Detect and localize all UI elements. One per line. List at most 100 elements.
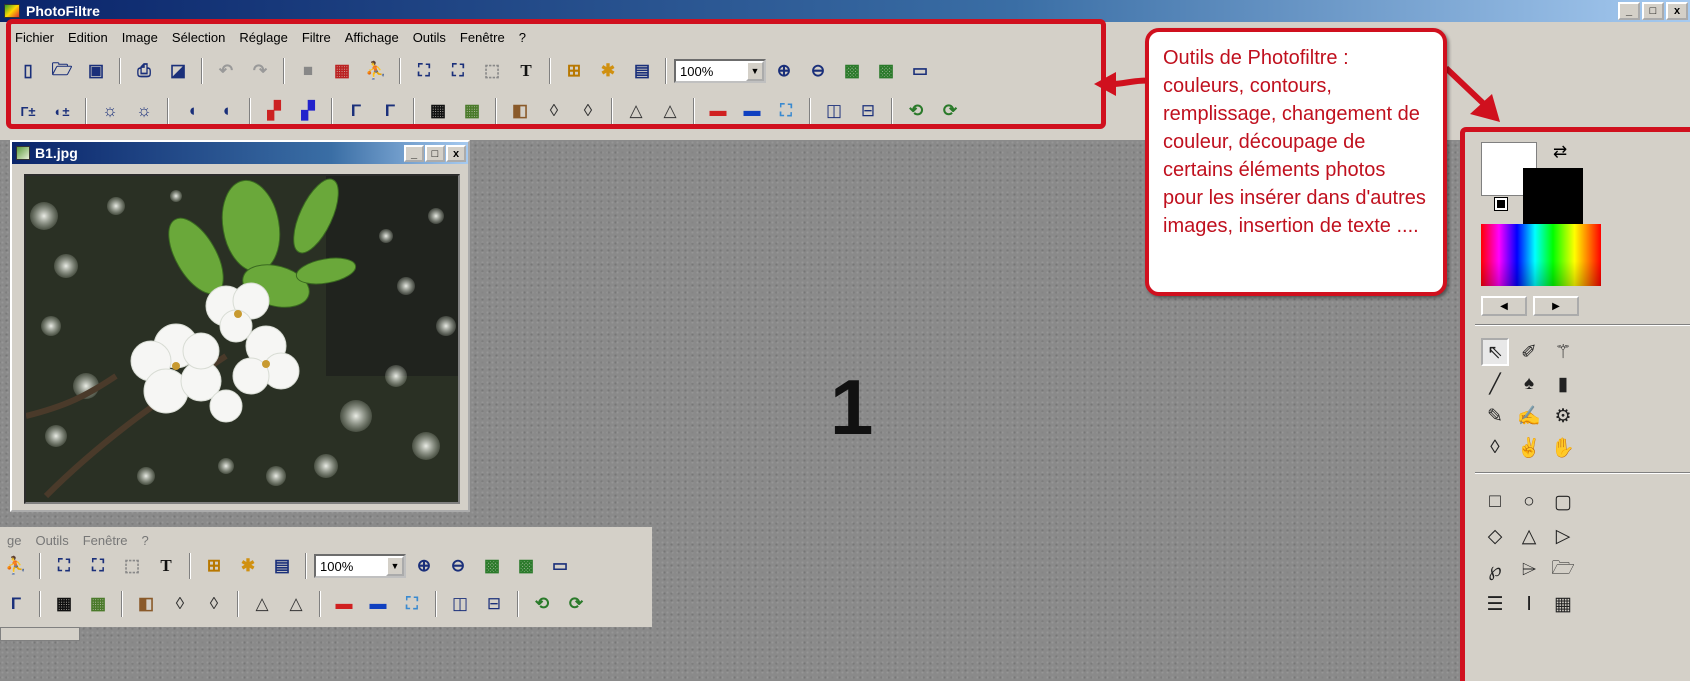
selection-icon[interactable]: ⬚ — [116, 551, 148, 581]
gamma-minus-icon[interactable]: Γ — [340, 96, 372, 126]
filter-b-icon[interactable]: ⛶ — [442, 56, 474, 86]
fill-bucket-icon[interactable]: ♠ — [1515, 370, 1543, 398]
menu-edition[interactable]: Edition — [61, 30, 115, 45]
rotate-alt-icon[interactable]: ⟳ — [560, 589, 592, 619]
actual-size-icon[interactable]: ▩ — [870, 56, 902, 86]
gray-square-icon[interactable]: ■ — [292, 56, 324, 86]
ghost-menu-reglage[interactable]: ge — [0, 533, 28, 548]
scan-icon[interactable]: ◪ — [162, 56, 194, 86]
blur-more-icon[interactable]: ◊ — [572, 96, 604, 126]
maximize-button[interactable]: □ — [1642, 2, 1664, 20]
zoom-out-icon[interactable]: ⊖ — [802, 56, 834, 86]
redo-icon[interactable]: ↷ — [244, 56, 276, 86]
filter-b-icon[interactable]: ⛶ — [82, 551, 114, 581]
selection-icon[interactable]: ⬚ — [476, 56, 508, 86]
fit-image-icon[interactable]: ▩ — [476, 551, 508, 581]
gamma-plus-icon[interactable]: Γ — [0, 589, 32, 619]
chevron-down-icon[interactable]: ▼ — [746, 61, 764, 81]
zoom-in-icon[interactable]: ⊕ — [408, 551, 440, 581]
polygon-icon[interactable]: ⌲ — [1515, 556, 1543, 584]
palette-prev-button[interactable]: ◀ — [1481, 296, 1527, 316]
lasso-icon[interactable]: ℘ — [1481, 556, 1509, 584]
auto-contrast-icon[interactable]: ◐± — [46, 96, 78, 126]
document-titlebar[interactable]: B1.jpg _ □ x — [12, 142, 468, 164]
menu-outils[interactable]: Outils — [406, 30, 453, 45]
minimize-button[interactable]: _ — [1618, 2, 1640, 20]
brightness-plus-icon[interactable]: ☼ — [128, 96, 160, 126]
menu-fenetre[interactable]: Fenêtre — [453, 30, 512, 45]
gradient-v-icon[interactable]: ▬ — [362, 589, 394, 619]
drop-icon[interactable]: ◊ — [1481, 434, 1509, 462]
gamma-plus-icon[interactable]: Γ — [374, 96, 406, 126]
save-icon[interactable]: ▣ — [80, 56, 112, 86]
filter-a-icon[interactable]: ⛶ — [48, 551, 80, 581]
sharpen-icon[interactable]: △ — [620, 96, 652, 126]
saturation-plus-icon[interactable]: ▞ — [292, 96, 324, 126]
auto-levels-icon[interactable]: Γ± — [12, 96, 44, 126]
photo-canvas[interactable] — [24, 174, 460, 504]
ellipse-icon[interactable]: ○ — [1515, 488, 1543, 516]
smudge-icon[interactable]: ✌ — [1515, 434, 1543, 462]
menu-fichier[interactable]: Fichier — [8, 30, 61, 45]
document-window[interactable]: B1.jpg _ □ x — [10, 140, 470, 512]
close-button[interactable]: x — [1666, 2, 1688, 20]
undo-icon[interactable]: ↶ — [210, 56, 242, 86]
background-color-swatch[interactable] — [1523, 168, 1583, 224]
new-file-icon[interactable]: ▯ — [12, 56, 44, 86]
reset-colors-icon[interactable] — [1494, 197, 1508, 211]
menu-affichage[interactable]: Affichage — [338, 30, 406, 45]
eyedropper-icon[interactable]: ✐ — [1515, 338, 1543, 366]
tree-icon[interactable]: ⊞ — [198, 551, 230, 581]
star-icon[interactable]: ✱ — [592, 56, 624, 86]
gradient-v-icon[interactable]: ▬ — [736, 96, 768, 126]
fit-image-icon[interactable]: ▩ — [836, 56, 868, 86]
sharpen-icon[interactable]: △ — [246, 589, 278, 619]
ghost-menu-fenetre[interactable]: Fenêtre — [76, 533, 135, 548]
magic-wand-icon[interactable]: ⚚ — [1549, 338, 1577, 366]
rounded-rect-icon[interactable]: ▢ — [1549, 488, 1577, 516]
flip-v-icon[interactable]: ⊟ — [852, 96, 884, 126]
doc-maximize-button[interactable]: □ — [425, 145, 445, 162]
gradient-h-icon[interactable]: ▬ — [328, 589, 360, 619]
rotate-icon[interactable]: ⟲ — [900, 96, 932, 126]
run-man-icon[interactable]: ⛹ — [0, 551, 32, 581]
menu-image[interactable]: Image — [115, 30, 165, 45]
triangle-icon[interactable]: △ — [1515, 522, 1543, 550]
ghost-menu-help[interactable]: ? — [135, 533, 156, 548]
flip-h-icon[interactable]: ◫ — [818, 96, 850, 126]
spray-icon[interactable]: ▮ — [1549, 370, 1577, 398]
ghost-zoom-select[interactable]: 100% ▼ — [314, 554, 406, 578]
grid-green-icon[interactable]: ▦ — [82, 589, 114, 619]
diamond-icon[interactable]: ◇ — [1481, 522, 1509, 550]
text-icon[interactable]: T — [510, 56, 542, 86]
actual-size-icon[interactable]: ▩ — [510, 551, 542, 581]
color-grid-icon[interactable]: ▦ — [326, 56, 358, 86]
zoom-in-icon[interactable]: ⊕ — [768, 56, 800, 86]
grid-icon[interactable]: ▦ — [48, 589, 80, 619]
menu-help[interactable]: ? — [512, 30, 533, 45]
grid-icon[interactable]: ▦ — [422, 96, 454, 126]
rotate-alt-icon[interactable]: ⟳ — [934, 96, 966, 126]
grid-green-icon[interactable]: ▦ — [456, 96, 488, 126]
sharpen-more-icon[interactable]: △ — [654, 96, 686, 126]
equal-icon[interactable]: ☰ — [1481, 590, 1509, 618]
fullscreen-icon[interactable]: ▭ — [544, 551, 576, 581]
text-field-icon[interactable]: Ⅰ — [1515, 590, 1543, 618]
menu-selection[interactable]: Sélection — [165, 30, 232, 45]
contrast-minus-icon[interactable]: ◖ — [176, 96, 208, 126]
window-icon[interactable]: ▤ — [626, 56, 658, 86]
window-icon[interactable]: ▤ — [266, 551, 298, 581]
layer-icon[interactable]: ◧ — [130, 589, 162, 619]
number-icon[interactable]: ▦ — [1549, 590, 1577, 618]
zoom-select[interactable]: 100% ▼ — [674, 59, 766, 83]
flip-h-icon[interactable]: ◫ — [444, 589, 476, 619]
blur-icon[interactable]: ◊ — [538, 96, 570, 126]
chevron-down-icon[interactable]: ▼ — [386, 556, 404, 576]
brush-icon[interactable]: ✎ — [1481, 402, 1509, 430]
menu-filtre[interactable]: Filtre — [295, 30, 338, 45]
stamp-icon[interactable]: ⚙ — [1549, 402, 1577, 430]
line-icon[interactable]: ╱ — [1481, 370, 1509, 398]
blur-more-icon[interactable]: ◊ — [198, 589, 230, 619]
rectangle-icon[interactable]: □ — [1481, 488, 1509, 516]
star-icon[interactable]: ✱ — [232, 551, 264, 581]
